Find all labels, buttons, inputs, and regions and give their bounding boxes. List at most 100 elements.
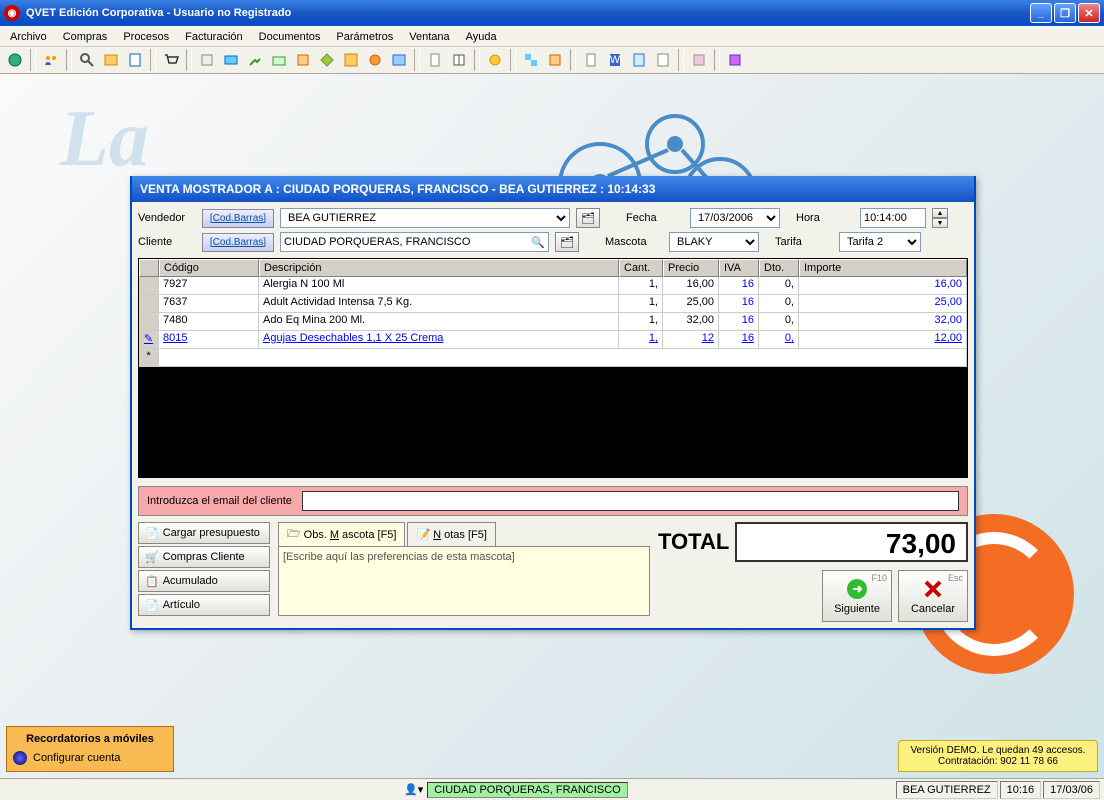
dialog-title[interactable]: VENTA MOSTRADOR A : CIUDAD PORQUERAS, FR… [132,176,974,202]
table-row[interactable]: 7637Adult Actividad Intensa 7,5 Kg.1,25,… [139,295,967,313]
toolbar-icon-19[interactable] [520,49,542,71]
cod-barras-cliente[interactable]: [Cod.Barras] [202,233,274,252]
acumulado-button[interactable]: 📋 Acumulado [138,570,270,592]
toolbar-icon-8[interactable] [220,49,242,71]
cod-barras-vendedor[interactable]: [Cod.Barras] [202,209,274,228]
menu-documentos[interactable]: Documentos [253,29,327,45]
toolbar-icon-5[interactable] [124,49,146,71]
menu-compras[interactable]: Compras [57,29,114,45]
menu-archivo[interactable]: Archivo [4,29,53,45]
col-descripcion[interactable]: Descripción [259,259,619,277]
col-cant[interactable]: Cant. [619,259,663,277]
toolbar-doc-icon[interactable] [580,49,602,71]
col-iva[interactable]: IVA [719,259,759,277]
tab-notas[interactable]: 📝 Notas [F5] [407,522,495,546]
close-button[interactable]: ✕ [1078,3,1100,23]
table-row[interactable]: ✎8015Agujas Desechables 1,1 X 25 Crema1,… [139,331,967,349]
hora-up-button[interactable]: ▲ [932,208,948,218]
total-label: TOTAL [658,529,729,555]
minimize-button[interactable]: _ [1030,3,1052,23]
tab-obs-mascota[interactable]: 🗁 Obs. Mascota [F5] [278,522,405,546]
vendedor-label: Vendedor [138,212,196,224]
menu-ayuda[interactable]: Ayuda [460,29,503,45]
table-row[interactable]: 7480Ado Eq Mina 200 Ml.1,32,00160,32,00 [139,313,967,331]
items-grid[interactable]: Código Descripción Cant. Precio IVA Dto.… [138,258,968,478]
col-precio[interactable]: Precio [663,259,719,277]
reminder-panel[interactable]: Recordatorios a móviles Configurar cuent… [6,726,174,772]
mascota-label: Mascota [605,236,663,248]
vendedor-select[interactable]: BEA GUTIERREZ [280,208,570,228]
toolbar-book-icon[interactable] [448,49,470,71]
cancelar-button[interactable]: Esc Cancelar [898,570,968,622]
col-marker[interactable] [139,259,159,277]
tarifa-select[interactable]: Tarifa 2 [839,232,921,252]
app-icon: ◉ [4,5,20,21]
toolbar-icon-25[interactable] [688,49,710,71]
articulo-button[interactable]: 📄 Artículo [138,594,270,616]
svg-text:W: W [610,54,621,66]
toolbar-icon-15[interactable] [388,49,410,71]
cargar-presupuesto-button[interactable]: 📄 Cargar presupuesto [138,522,270,544]
toolbar-icon-23[interactable] [628,49,650,71]
menu-facturacion[interactable]: Facturación [179,29,248,45]
toolbar-icon-13[interactable] [340,49,362,71]
toolbar-icon-7[interactable] [196,49,218,71]
tarifa-label: Tarifa [775,236,833,248]
hora-label: Hora [796,212,854,224]
toolbar-icon-14[interactable] [364,49,386,71]
status-time: 10:16 [1000,781,1042,799]
menu-ventana[interactable]: Ventana [403,29,455,45]
status-client: CIUDAD PORQUERAS, FRANCISCO [427,782,627,798]
toolbar-icon-18[interactable] [484,49,506,71]
col-dto[interactable]: Dto. [759,259,799,277]
cliente-search-icon[interactable]: 🔍 [531,236,545,249]
globe-icon [13,751,27,765]
toolbar-icon-11[interactable] [292,49,314,71]
toolbar-icon-20[interactable] [544,49,566,71]
hora-input[interactable] [860,208,926,228]
toolbar-search-icon[interactable] [76,49,98,71]
siguiente-button[interactable]: F10 Siguiente [822,570,892,622]
mascota-notes-memo[interactable]: [Escribe aquí las preferencias de esta m… [278,546,650,616]
col-codigo[interactable]: Código [159,259,259,277]
maximize-button[interactable]: ❐ [1054,3,1076,23]
cliente-label: Cliente [138,236,196,248]
new-row-marker[interactable]: * [139,349,159,366]
toolbar-globe-icon[interactable] [4,49,26,71]
col-importe[interactable]: Importe [799,259,967,277]
fecha-input[interactable]: 17/03/2006 [690,208,780,228]
note-icon: 📝 [416,528,430,541]
status-user-icon: 👤▾ [404,783,423,796]
toolbar-icon-10[interactable] [268,49,290,71]
window-titlebar: ◉ QVET Edición Corporativa - Usuario no … [0,0,1104,26]
demo-notice: Versión DEMO. Le quedan 49 accesos. Cont… [898,740,1098,772]
toolbar-users-icon[interactable] [40,49,62,71]
status-user: BEA GUTIERREZ [896,781,998,799]
total-value: 73,00 [735,522,968,562]
toolbar-icon-9[interactable] [244,49,266,71]
status-bar: 👤▾ CIUDAD PORQUERAS, FRANCISCO BEA GUTIE… [0,778,1104,800]
toolbar-icon-24[interactable] [652,49,674,71]
toolbar-icon-16[interactable] [424,49,446,71]
cliente-lookup-icon[interactable]: 🗂 [555,232,579,252]
email-input[interactable] [302,491,959,511]
background-logo-text: La [60,94,149,185]
toolbar-help-icon[interactable] [724,49,746,71]
reminder-config-link[interactable]: Configurar cuenta [33,752,120,764]
toolbar-icon-4[interactable] [100,49,122,71]
cliente-input[interactable]: CIUDAD PORQUERAS, FRANCISCO🔍 [280,232,549,252]
vendedor-lookup-icon[interactable]: 🗂 [576,208,600,228]
menu-procesos[interactable]: Procesos [117,29,175,45]
hora-down-button[interactable]: ▼ [932,218,948,228]
mascota-select[interactable]: BLAKY [669,232,759,252]
table-row[interactable]: 7927Alergia N 100 Ml1,16,00160,16,00 [139,277,967,295]
reminder-header: Recordatorios a móviles [13,733,167,745]
main-toolbar: W [0,46,1104,74]
toolbar-icon-12[interactable] [316,49,338,71]
toolbar-word-icon[interactable]: W [604,49,626,71]
menu-parametros[interactable]: Parámetros [330,29,399,45]
fecha-label: Fecha [626,212,684,224]
compras-cliente-button[interactable]: 🛒 Compras Cliente [138,546,270,568]
toolbar-cart-icon[interactable] [160,49,182,71]
email-prompt-label: Introduzca el email del cliente [147,495,292,507]
